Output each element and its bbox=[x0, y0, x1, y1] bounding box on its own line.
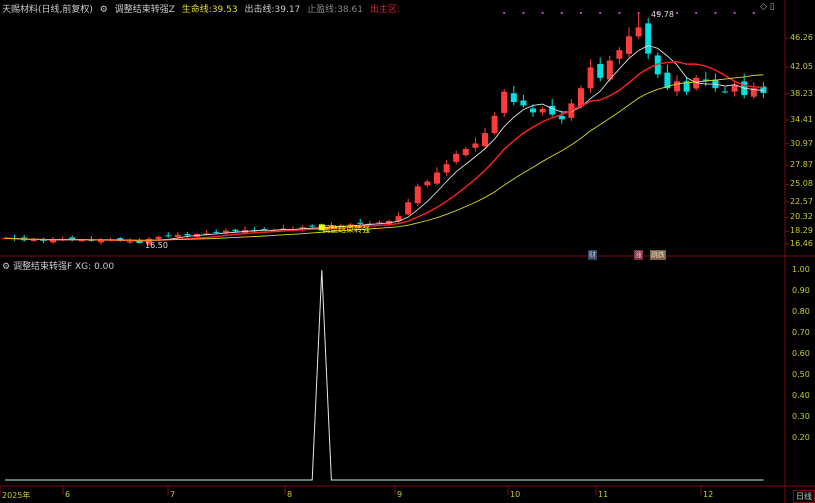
chart-canvas[interactable] bbox=[0, 0, 815, 503]
date-tick: 11 bbox=[598, 490, 609, 499]
candle-body bbox=[213, 231, 220, 233]
zone-dot bbox=[637, 12, 640, 14]
candle-body bbox=[174, 234, 181, 237]
zone-dot bbox=[676, 12, 678, 14]
candle-body bbox=[530, 108, 536, 113]
candle-body bbox=[626, 36, 632, 54]
high-price-label: 49.78 bbox=[651, 10, 674, 19]
indicator-tick: 0.80 bbox=[792, 307, 810, 316]
price-tick: 22.57 bbox=[790, 196, 813, 206]
candle-body bbox=[597, 63, 604, 78]
tag-gap-down[interactable]: 跳跌 bbox=[650, 250, 666, 260]
indicator-tick: 1.00 bbox=[792, 265, 810, 274]
zone-dot bbox=[714, 12, 717, 14]
date-tick: 8 bbox=[287, 490, 293, 499]
candle-body bbox=[424, 181, 431, 186]
candle-body bbox=[155, 236, 162, 239]
candle-body bbox=[510, 93, 517, 103]
candle-body bbox=[232, 229, 239, 232]
zone-dot bbox=[541, 12, 544, 14]
candle-body bbox=[443, 164, 450, 173]
zone-dot bbox=[618, 12, 621, 14]
candle-body bbox=[472, 143, 479, 148]
candle-body bbox=[520, 100, 527, 106]
zone-dot bbox=[522, 12, 525, 14]
candle-body bbox=[674, 81, 680, 92]
indicator-tick: 0.20 bbox=[792, 433, 810, 442]
date-tick: 10 bbox=[510, 490, 521, 499]
price-tick: 16.46 bbox=[790, 239, 813, 248]
zone-dot bbox=[752, 12, 755, 14]
candle-body bbox=[376, 222, 383, 224]
price-tick: 30.97 bbox=[790, 138, 813, 148]
price-tick: 20.32 bbox=[790, 212, 813, 222]
price-tick: 42.05 bbox=[790, 62, 813, 72]
candle-body bbox=[482, 133, 488, 147]
indicator-tick: 0.90 bbox=[792, 286, 810, 295]
candle-body bbox=[645, 23, 652, 54]
candle-body bbox=[434, 172, 440, 184]
candle-body bbox=[414, 186, 421, 204]
candle-body bbox=[453, 153, 460, 162]
candle-body bbox=[558, 115, 565, 120]
zone-dot bbox=[560, 12, 563, 14]
candle-body bbox=[722, 91, 728, 93]
period-button[interactable]: 日线 bbox=[793, 490, 815, 503]
candle-body bbox=[405, 202, 412, 215]
indicator-tick: 0.40 bbox=[792, 391, 810, 400]
candle-body bbox=[222, 230, 229, 233]
candle-body bbox=[616, 50, 623, 59]
zone-dot bbox=[580, 12, 582, 14]
candle-body bbox=[462, 149, 469, 156]
tag-rise[interactable]: 涨 bbox=[634, 250, 643, 260]
price-tick: 46.26 bbox=[790, 33, 813, 42]
indicator-tick: 0.30 bbox=[792, 412, 810, 421]
date-tick: 12 bbox=[703, 490, 714, 499]
candle-body bbox=[491, 115, 498, 134]
candle-body bbox=[635, 27, 642, 37]
indicator-tick: 0.70 bbox=[792, 328, 810, 337]
candle-body bbox=[309, 225, 316, 227]
indicator-tick: 0.50 bbox=[792, 370, 810, 379]
candle-body bbox=[578, 88, 584, 107]
candle-body bbox=[184, 234, 191, 236]
candle-body bbox=[587, 67, 594, 89]
date-tick: 2025年 bbox=[2, 491, 31, 500]
zone-dot bbox=[503, 12, 506, 14]
zone-dot bbox=[599, 12, 602, 14]
tag-finance[interactable]: 财 bbox=[588, 250, 597, 260]
ma-fast-line bbox=[4, 45, 764, 242]
price-tick: 25.08 bbox=[790, 179, 813, 189]
candle-body bbox=[501, 91, 508, 113]
xg-line bbox=[5, 269, 764, 481]
date-tick: 7 bbox=[170, 490, 176, 499]
candle-body bbox=[126, 241, 133, 243]
zone-dot bbox=[695, 12, 698, 14]
signal-label: 调整结束转强 bbox=[322, 225, 370, 234]
price-tick: 27.87 bbox=[790, 160, 813, 170]
price-tick: 38.23 bbox=[790, 88, 813, 98]
low-price-label: 16.50 bbox=[145, 241, 168, 250]
indicator-tick: 0.60 bbox=[792, 349, 810, 358]
date-tick: 9 bbox=[397, 490, 403, 499]
price-tick: 18.29 bbox=[790, 226, 813, 236]
zone-dot bbox=[733, 12, 736, 14]
candle-body bbox=[539, 108, 546, 113]
ma-slow-line bbox=[4, 74, 764, 241]
candle-body bbox=[50, 240, 56, 243]
date-tick: 6 bbox=[65, 490, 71, 499]
ma-mid-line bbox=[4, 61, 764, 242]
candle-body bbox=[165, 235, 172, 237]
price-tick: 34.41 bbox=[790, 114, 813, 124]
